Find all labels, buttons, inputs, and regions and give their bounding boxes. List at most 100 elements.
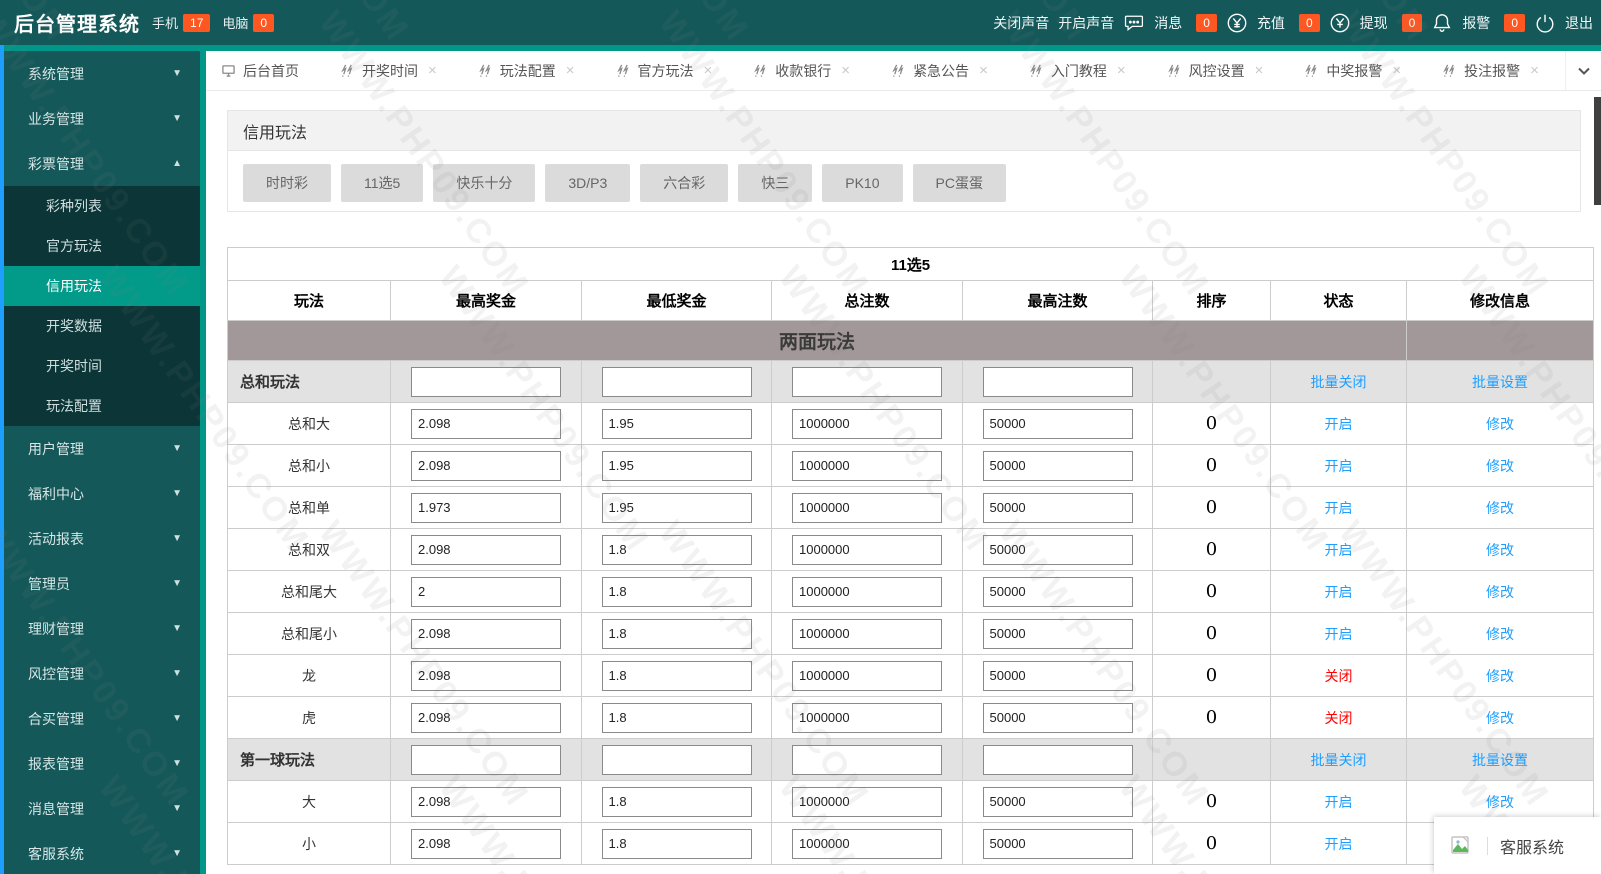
total-bets-input[interactable] [792, 828, 942, 859]
tab-收款银行[interactable]: 收款银行 × [738, 51, 866, 90]
sidebar-subitem-信用玩法[interactable]: 信用玩法 [0, 266, 200, 306]
total-bets-input[interactable] [792, 702, 942, 733]
edit-link[interactable]: 修改 [1407, 708, 1593, 728]
tab-开奖时间[interactable]: 开奖时间 × [325, 51, 453, 90]
sidebar-item-报表管理[interactable]: 报表管理 ▼ [0, 741, 200, 786]
yen-plus-icon[interactable] [1226, 12, 1248, 34]
edit-link[interactable]: 修改 [1407, 414, 1593, 434]
max-odds-input[interactable] [411, 660, 561, 691]
close-icon[interactable]: × [979, 62, 988, 79]
lottery-type-button-11选5[interactable]: 11选5 [341, 164, 424, 202]
status-toggle-link[interactable]: 开启 [1271, 498, 1406, 518]
max-bets-input[interactable] [982, 660, 1133, 691]
min-odds-input[interactable] [601, 618, 752, 649]
status-toggle-link[interactable]: 开启 [1271, 624, 1406, 644]
close-icon[interactable]: × [704, 62, 713, 79]
status-toggle-link[interactable]: 开启 [1271, 582, 1406, 602]
sound-off-button[interactable]: 关闭声音 [993, 13, 1049, 33]
sidebar-item-用户管理[interactable]: 用户管理 ▼ [0, 426, 200, 471]
max-bets-input[interactable] [982, 534, 1133, 565]
yen-circle-icon[interactable] [1329, 12, 1351, 34]
min-odds-input[interactable] [601, 576, 752, 607]
status-toggle-link[interactable]: 关闭 [1271, 666, 1406, 686]
sound-on-button[interactable]: 开启声音 [1058, 13, 1114, 33]
sidebar-subitem-官方玩法[interactable]: 官方玩法 [0, 226, 200, 266]
group-max-bets-input[interactable] [982, 366, 1133, 397]
min-odds-input[interactable] [601, 408, 752, 439]
max-odds-input[interactable] [411, 450, 561, 481]
tab-dropdown-button[interactable] [1565, 51, 1601, 90]
logout-button[interactable]: 退出 [1565, 13, 1593, 33]
close-icon[interactable]: × [1530, 62, 1539, 79]
status-toggle-link[interactable]: 开启 [1271, 456, 1406, 476]
customer-service-widget[interactable]: 客服系统 [1434, 817, 1601, 874]
min-odds-input[interactable] [601, 450, 752, 481]
min-odds-input[interactable] [601, 534, 752, 565]
total-bets-input[interactable] [792, 660, 942, 691]
sidebar-item-福利中心[interactable]: 福利中心 ▼ [0, 471, 200, 516]
batch-set-link[interactable]: 批量设置 [1407, 750, 1593, 770]
edit-link[interactable]: 修改 [1407, 498, 1593, 518]
total-bets-input[interactable] [792, 534, 942, 565]
max-odds-input[interactable] [411, 828, 561, 859]
sidebar-subitem-开奖数据[interactable]: 开奖数据 [0, 306, 200, 346]
close-icon[interactable]: × [428, 62, 437, 79]
edit-link[interactable]: 修改 [1407, 456, 1593, 476]
lottery-type-button-六合彩[interactable]: 六合彩 [640, 164, 729, 202]
max-odds-input[interactable] [411, 408, 561, 439]
total-bets-input[interactable] [792, 618, 942, 649]
lottery-type-button-时时彩[interactable]: 时时彩 [243, 164, 331, 202]
max-odds-input[interactable] [411, 534, 561, 565]
total-bets-input[interactable] [792, 786, 942, 817]
tab-官方玩法[interactable]: 官方玩法 × [601, 51, 729, 90]
withdraw-link[interactable]: 提现 [1360, 13, 1388, 33]
tab-玩法配置[interactable]: 玩法配置 × [463, 51, 591, 90]
batch-close-link[interactable]: 批量关闭 [1271, 372, 1406, 392]
sidebar-item-合买管理[interactable]: 合买管理 ▼ [0, 696, 200, 741]
close-icon[interactable]: × [566, 62, 575, 79]
total-bets-input[interactable] [792, 492, 942, 523]
max-bets-input[interactable] [982, 702, 1133, 733]
tab-风控设置[interactable]: 风控设置 × [1152, 51, 1280, 90]
bell-icon[interactable] [1431, 12, 1453, 34]
sidebar-item-客服系统[interactable]: 客服系统 ▼ [0, 831, 200, 874]
group-total-bets-input[interactable] [792, 366, 942, 397]
status-toggle-link[interactable]: 开启 [1271, 834, 1406, 854]
edit-link[interactable]: 修改 [1407, 540, 1593, 560]
edit-link[interactable]: 修改 [1407, 792, 1593, 812]
edit-link[interactable]: 修改 [1407, 582, 1593, 602]
alarm-link[interactable]: 报警 [1462, 13, 1490, 33]
sidebar-item-彩票管理[interactable]: 彩票管理 ▲ [0, 141, 200, 186]
tab-入门教程[interactable]: 入门教程 × [1014, 51, 1142, 90]
tab-投注报警[interactable]: 投注报警 × [1427, 51, 1555, 90]
min-odds-input[interactable] [601, 702, 752, 733]
max-bets-input[interactable] [982, 828, 1133, 859]
edit-link[interactable]: 修改 [1407, 666, 1593, 686]
max-odds-input[interactable] [411, 702, 561, 733]
sidebar-item-理财管理[interactable]: 理财管理 ▼ [0, 606, 200, 651]
max-bets-input[interactable] [982, 618, 1133, 649]
status-toggle-link[interactable]: 开启 [1271, 792, 1406, 812]
total-bets-input[interactable] [792, 576, 942, 607]
sidebar-item-系统管理[interactable]: 系统管理 ▼ [0, 51, 200, 96]
close-icon[interactable]: × [1392, 62, 1401, 79]
max-bets-input[interactable] [982, 492, 1133, 523]
recharge-link[interactable]: 充值 [1257, 13, 1285, 33]
max-odds-input[interactable] [411, 786, 561, 817]
status-toggle-link[interactable]: 开启 [1271, 540, 1406, 560]
sidebar-item-管理员[interactable]: 管理员 ▼ [0, 561, 200, 606]
min-odds-input[interactable] [601, 660, 752, 691]
batch-set-link[interactable]: 批量设置 [1407, 372, 1593, 392]
lottery-type-button-快乐十分[interactable]: 快乐十分 [433, 164, 536, 202]
sidebar-item-风控管理[interactable]: 风控管理 ▼ [0, 651, 200, 696]
sidebar-item-业务管理[interactable]: 业务管理 ▼ [0, 96, 200, 141]
lottery-type-button-PK10[interactable]: PK10 [822, 164, 903, 202]
total-bets-input[interactable] [792, 408, 942, 439]
group-max-odds-input[interactable] [411, 366, 561, 397]
sidebar-subitem-彩种列表[interactable]: 彩种列表 [0, 186, 200, 226]
min-odds-input[interactable] [601, 786, 752, 817]
status-toggle-link[interactable]: 关闭 [1271, 708, 1406, 728]
sidebar-item-消息管理[interactable]: 消息管理 ▼ [0, 786, 200, 831]
tab-中奖报警[interactable]: 中奖报警 × [1289, 51, 1417, 90]
min-odds-input[interactable] [601, 492, 752, 523]
